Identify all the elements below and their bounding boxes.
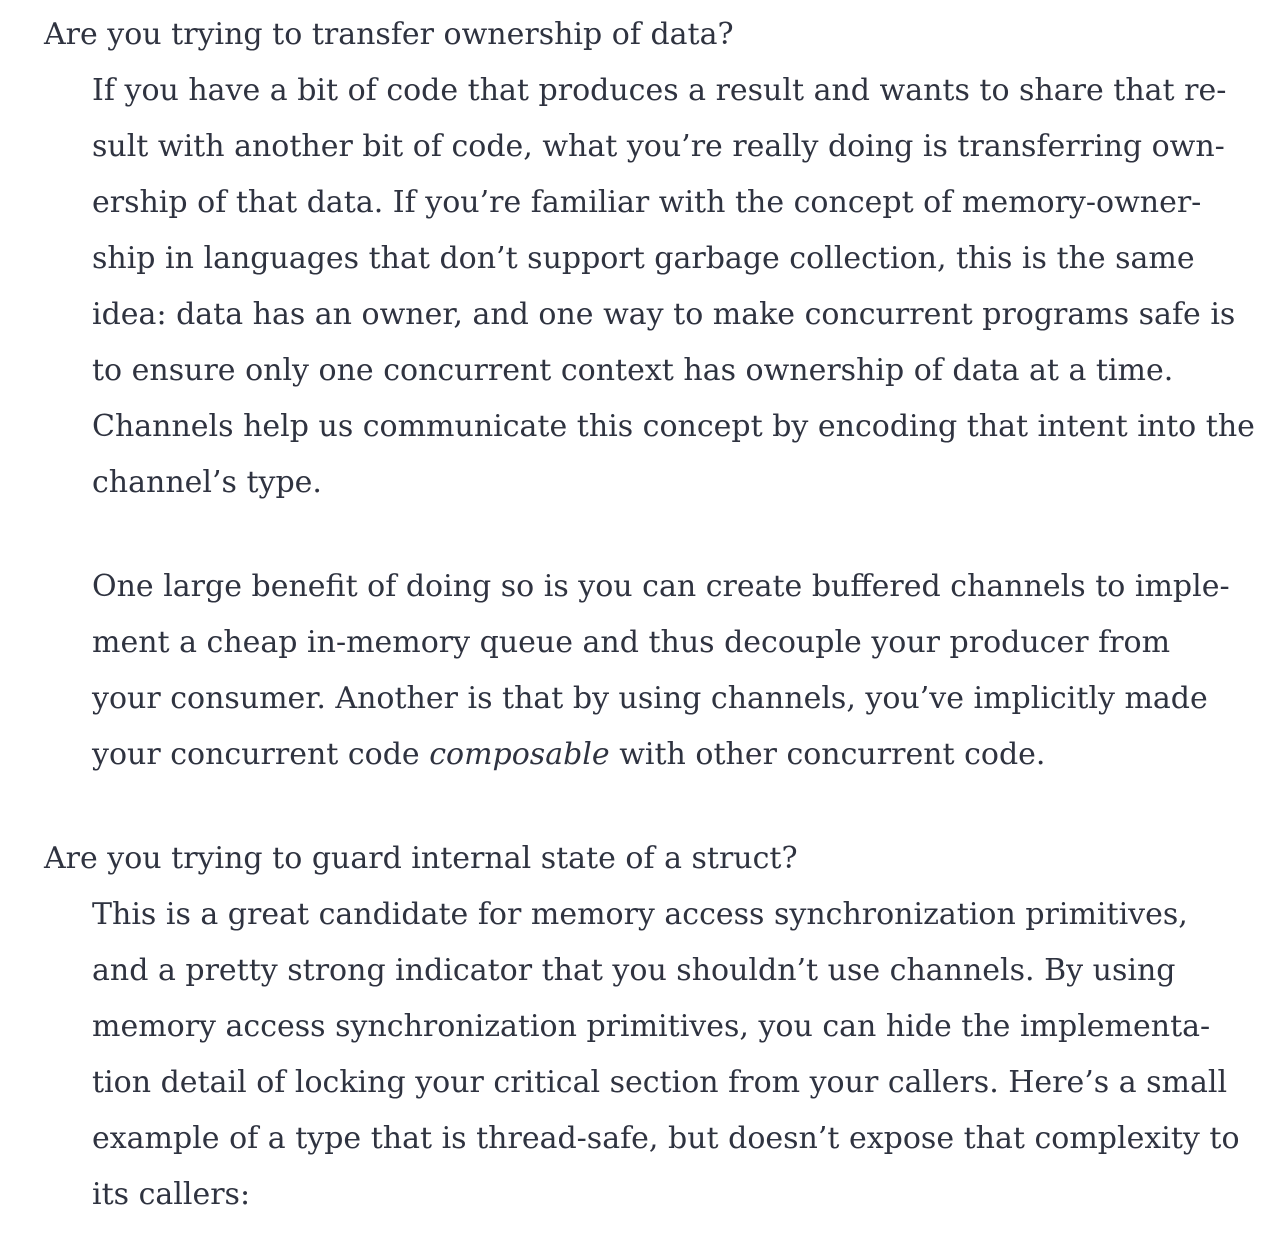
paragraph-buffered-channels: One large benefit of doing so is you can… — [92, 559, 1230, 783]
paragraph-line: to ensure only one concurrent context ha… — [92, 353, 1174, 388]
question-guard-internal-state: Are you trying to guard internal state o… — [44, 841, 798, 876]
paragraph-line: your concurrent code composable with oth… — [92, 727, 1230, 783]
paragraph-line: your consumer. Another is that by using … — [92, 681, 1208, 716]
text-run: with other concurrent code. — [609, 737, 1046, 772]
emphasis-composable: composable — [429, 737, 610, 772]
paragraph-line: ership of that data. If you’re familiar … — [92, 185, 1202, 220]
question-transfer-ownership: Are you trying to transfer ownership of … — [44, 17, 734, 52]
paragraph-line: channel’s type. — [92, 465, 322, 500]
paragraph-line: and a pretty strong indicator that you s… — [92, 953, 1176, 988]
paragraph-line: example of a type that is thread-safe, b… — [92, 1121, 1240, 1156]
paragraph-line: ship in languages that don’t support gar… — [92, 241, 1195, 276]
document-page: Are you trying to transfer ownership of … — [0, 0, 1288, 1236]
paragraph-line: Channels help us communicate this concep… — [92, 409, 1255, 444]
paragraph-line: tion detail of locking your critical sec… — [92, 1065, 1228, 1100]
paragraph-line: memory access synchronization primitives… — [92, 1009, 1211, 1044]
paragraph-line: ment a cheap in-memory queue and thus de… — [92, 625, 1171, 660]
paragraph-transfer-ownership: If you have a bit of code that produces … — [92, 63, 1255, 511]
paragraph-line: its callers: — [92, 1177, 251, 1212]
paragraph-line: idea: data has an owner, and one way to … — [92, 297, 1236, 332]
paragraph-line: If you have a bit of code that produces … — [92, 73, 1227, 108]
text-run: your concurrent code — [92, 737, 430, 772]
paragraph-line: sult with another bit of code, what you’… — [92, 129, 1225, 164]
paragraph-line: One large benefit of doing so is you can… — [92, 569, 1230, 604]
paragraph-line: This is a great candidate for memory acc… — [92, 897, 1188, 932]
paragraph-guard-internal-state: This is a great candidate for memory acc… — [92, 887, 1240, 1223]
